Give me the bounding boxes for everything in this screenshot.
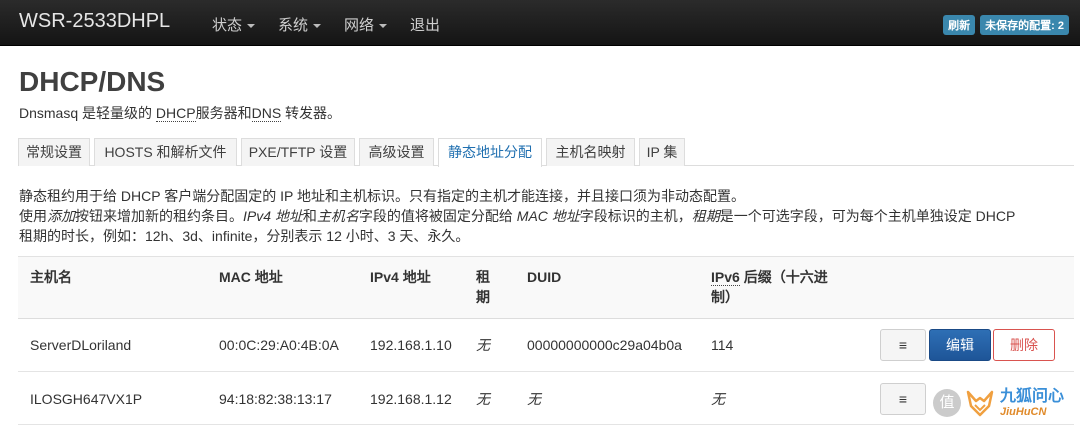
fox-logo-icon xyxy=(966,390,994,417)
chevron-down-icon xyxy=(247,23,256,28)
watermark-name-en: JiuHuCN xyxy=(1000,405,1047,418)
desc-text: 字段的值将被固定分配给 xyxy=(358,208,517,224)
desc-emph: 主机名 xyxy=(316,208,359,224)
edit-button[interactable]: 编辑 xyxy=(929,329,991,361)
brand-title[interactable]: WSR-2533DHPL xyxy=(19,10,170,33)
desc-text: 按钮来增加新的租约条目。 xyxy=(75,208,243,224)
table-header: 主机名 MAC 地址 IPv4 地址 租 期 DUID IPv6 后缀（十六进 … xyxy=(18,257,1074,319)
desc-emph: MAC 地址 xyxy=(516,208,580,224)
desc-text: 服务器和 xyxy=(195,105,252,121)
cell-mac: 00:0C:29:A0:4B:0A xyxy=(219,337,339,353)
tab-pxe-tftp[interactable]: PXE/TFTP 设置 xyxy=(241,138,355,166)
top-navbar: WSR-2533DHPL 状态 系统 网络 退出 刷新 未保存的配置: 2 xyxy=(0,0,1080,46)
header-duid: DUID xyxy=(527,269,562,285)
cell-duid: 00000000000c29a04b0a xyxy=(527,337,682,353)
desc-text: 和 xyxy=(302,208,317,224)
page-description: Dnsmasq 是轻量级的 DHCP服务器和DNS 转发器。 xyxy=(19,103,341,123)
menu-status[interactable]: 状态 xyxy=(212,14,256,35)
tab-ipset[interactable]: IP 集 xyxy=(639,138,685,166)
description-line-1: 静态租约用于给 DHCP 客户端分配固定的 IP 地址和主机标识。只有指定的主机… xyxy=(19,188,745,204)
ipv6-abbr: IPv6 xyxy=(711,269,740,286)
page-title: DHCP/DNS xyxy=(19,66,166,97)
menu-logout[interactable]: 退出 xyxy=(410,14,440,35)
navbar-badges: 刷新 未保存的配置: 2 xyxy=(938,15,1069,35)
menu-system[interactable]: 系统 xyxy=(278,14,322,35)
row-menu-button[interactable]: ≡ xyxy=(880,329,926,361)
dhcp-abbr: DHCP xyxy=(155,105,196,122)
chevron-down-icon xyxy=(379,23,388,28)
cell-ipv4: 192.168.1.10 xyxy=(370,337,452,353)
cell-lease: 无 xyxy=(476,337,490,353)
cell-hostname: ILOSGH647VX1P xyxy=(30,391,143,407)
chevron-down-icon xyxy=(313,23,322,28)
header-hostname: 主机名 xyxy=(30,269,72,285)
tab-static-leases[interactable]: 静态地址分配 xyxy=(438,138,542,167)
menu-status-label: 状态 xyxy=(212,17,243,34)
cell-ipv6: 无 xyxy=(711,391,725,407)
desc-text: 是一个可选字段，可为每个主机单独设定 DHCP xyxy=(719,208,1016,224)
header-lease: 租 期 xyxy=(476,267,490,307)
desc-text: 转发器。 xyxy=(281,105,342,121)
header-ipv6-text: 后缀（十六进 xyxy=(739,269,828,285)
watermark-name-cn: 九狐问心 xyxy=(1000,387,1065,405)
desc-text: 字段标识的主机， xyxy=(579,208,692,224)
desc-emph: 添加 xyxy=(47,208,75,224)
desc-emph: IPv4 地址 xyxy=(243,208,303,224)
desc-text: Dnsmasq 是轻量级的 xyxy=(19,105,156,121)
cell-hostname: ServerDLoriland xyxy=(30,337,132,353)
watermark: 值 九狐问心 JiuHuCN xyxy=(905,380,1080,426)
section-description: 静态租约用于给 DHCP 客户端分配固定的 IP 地址和主机标识。只有指定的主机… xyxy=(19,186,1069,246)
menu-system-label: 系统 xyxy=(278,17,309,34)
header-lease-line: 租 xyxy=(476,269,490,285)
watermark-text: 九狐问心 JiuHuCN xyxy=(1000,388,1064,419)
header-ipv4: IPv4 地址 xyxy=(370,269,431,285)
description-line-2: 使用添加按钮来增加新的租约条目。IPv4 地址和主机名字段的值将被固定分配给 M… xyxy=(19,206,1069,226)
menu-network[interactable]: 网络 xyxy=(344,14,388,35)
cell-mac: 94:18:82:38:13:17 xyxy=(219,391,332,407)
watermark-badge: 值 xyxy=(933,389,961,417)
cell-duid: 无 xyxy=(527,391,541,407)
description-line-3: 租期的时长，例如：12h、3d、infinite，分别表示 12 小时、3 天、… xyxy=(19,228,470,244)
unsaved-changes-badge[interactable]: 未保存的配置: 2 xyxy=(980,15,1069,35)
header-ipv6-suffix: IPv6 后缀（十六进 制） xyxy=(711,267,828,307)
header-mac: MAC 地址 xyxy=(219,269,283,285)
table-row: ServerDLoriland 00:0C:29:A0:4B:0A 192.16… xyxy=(18,319,1074,372)
tab-hosts[interactable]: HOSTS 和解析文件 xyxy=(94,138,237,166)
cell-lease: 无 xyxy=(476,391,490,407)
desc-text: 使用 xyxy=(19,208,47,224)
menu-logout-label: 退出 xyxy=(410,17,441,34)
delete-button[interactable]: 删除 xyxy=(993,329,1055,361)
desc-emph: 租期 xyxy=(691,208,720,224)
cell-ipv4: 192.168.1.12 xyxy=(370,391,452,407)
tab-hostname-mapping[interactable]: 主机名映射 xyxy=(546,138,635,166)
menu-network-label: 网络 xyxy=(344,17,375,34)
header-ipv6-text: 制） xyxy=(711,289,739,305)
config-tabs: 常规设置 HOSTS 和解析文件 PXE/TFTP 设置 高级设置 静态地址分配… xyxy=(18,138,1074,167)
main-menu: 状态 系统 网络 退出 xyxy=(212,14,463,35)
tab-advanced[interactable]: 高级设置 xyxy=(359,138,434,166)
refresh-badge[interactable]: 刷新 xyxy=(943,15,976,35)
cell-ipv6: 114 xyxy=(711,337,734,353)
header-lease-line: 期 xyxy=(476,289,490,305)
tab-general[interactable]: 常规设置 xyxy=(18,138,90,166)
dns-abbr: DNS xyxy=(251,105,282,122)
